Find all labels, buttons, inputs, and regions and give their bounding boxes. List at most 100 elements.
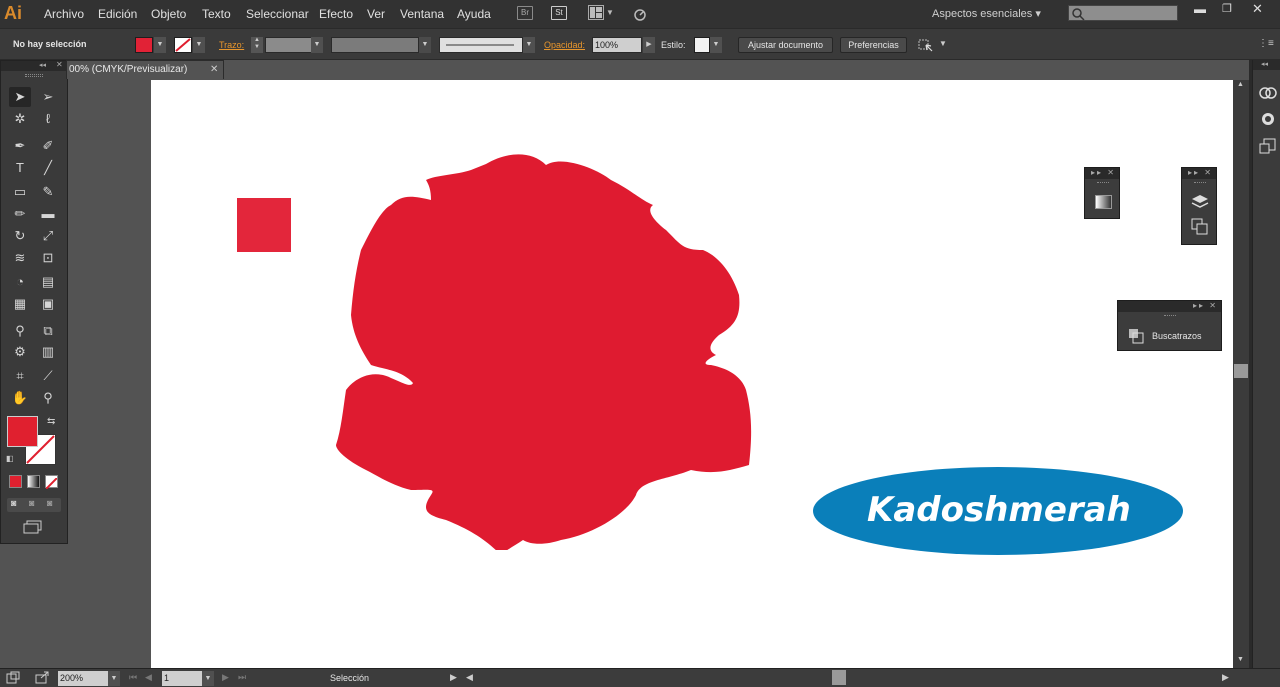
warp-icon[interactable]: ≋ — [9, 248, 31, 268]
gradient-mode-icon[interactable] — [27, 475, 40, 488]
perspective-grid-icon[interactable]: ▤ — [37, 272, 59, 292]
layers-icon[interactable] — [1191, 193, 1209, 211]
chevron-down-icon[interactable]: ▼ — [154, 37, 166, 53]
menu-efecto[interactable]: Efecto — [319, 7, 353, 21]
artboard[interactable]: Kadoshmerah — [151, 80, 1233, 668]
scroll-left-icon[interactable]: ◀ — [466, 672, 473, 683]
rotate-icon[interactable]: ↻ — [9, 226, 31, 246]
hand-icon[interactable]: ✋ — [9, 388, 31, 408]
line-tool-icon[interactable]: ╱ — [37, 158, 59, 178]
rectangle-tool-icon[interactable]: ▭ — [9, 182, 31, 202]
swap-fill-stroke-icon[interactable]: ⇆ — [47, 416, 55, 427]
draw-behind-icon[interactable]: ◙ — [29, 498, 34, 508]
panel-menu-icon[interactable]: ⋮≡ — [1258, 38, 1274, 49]
symbol-sprayer-icon[interactable]: ⚙ — [9, 342, 31, 362]
paintbrush-icon[interactable]: ✎ — [37, 182, 59, 202]
blend-icon[interactable]: ⧉ — [37, 321, 59, 341]
grip-handle[interactable] — [1194, 182, 1206, 185]
chevron-down-icon[interactable]: ▼ — [311, 37, 323, 53]
chevron-down-icon[interactable]: ▼ — [523, 37, 535, 53]
artboard-nav-icon[interactable] — [6, 671, 20, 684]
drawing-modes[interactable]: ◙ ◙ ◙ — [7, 498, 61, 512]
arrange-documents-icon[interactable] — [588, 5, 604, 20]
grip-handle[interactable] — [1097, 182, 1109, 185]
panel-header[interactable]: ▸▸ ✕ — [1118, 301, 1221, 312]
chevron-right-icon[interactable]: ▶ — [643, 37, 655, 53]
grip-handle[interactable] — [1164, 315, 1176, 318]
artboards-icon[interactable] — [1191, 218, 1209, 236]
transform-icon[interactable] — [1259, 138, 1277, 156]
panel-header[interactable]: ▸▸ ✕ — [1085, 168, 1119, 179]
menu-ayuda[interactable]: Ayuda — [457, 7, 491, 21]
close-tab-icon[interactable]: ✕ — [210, 61, 218, 78]
panel-header[interactable]: ▸▸ ✕ — [1182, 168, 1216, 179]
dock-header[interactable]: ◂◂ — [1253, 60, 1280, 70]
eraser-icon[interactable]: ▬ — [37, 204, 59, 224]
gradient-icon[interactable]: ▣ — [37, 294, 59, 314]
layers-panel-collapsed[interactable]: ▸▸ ✕ — [1181, 167, 1217, 245]
draw-inside-icon[interactable]: ◙ — [47, 498, 52, 508]
last-artboard-icon[interactable]: ⏭ — [238, 672, 246, 683]
opacity-field[interactable]: 100% — [592, 37, 642, 53]
lasso-icon[interactable]: ℓ — [37, 109, 59, 129]
zoom-icon[interactable]: ⚲ — [37, 388, 59, 408]
collapse-icon[interactable]: ◂◂ — [39, 61, 46, 69]
horizontal-scroll-thumb[interactable] — [832, 670, 846, 685]
creative-cloud-libraries-icon[interactable] — [1259, 84, 1277, 100]
next-artboard-icon[interactable]: ▶ — [222, 672, 229, 683]
expand-icon[interactable]: ◂◂ — [1261, 60, 1268, 68]
direct-selection-tool-icon[interactable]: ➢ — [37, 87, 59, 107]
screen-mode-icon[interactable] — [23, 519, 45, 535]
eyedropper-icon[interactable]: ⚲ — [9, 321, 31, 341]
gradient-icon[interactable] — [1095, 195, 1112, 209]
scroll-down-icon[interactable]: ▼ — [1237, 656, 1244, 663]
shape-builder-icon[interactable]: ◔ — [9, 272, 31, 292]
menu-edicion[interactable]: Edición — [98, 7, 137, 21]
draw-normal-icon[interactable]: ◙ — [11, 498, 16, 508]
scroll-thumb[interactable] — [1234, 364, 1248, 378]
selection-tool-icon[interactable]: ➤ — [9, 87, 31, 107]
preferences-button[interactable]: Preferencias — [840, 37, 907, 53]
color-mode-icon[interactable] — [9, 475, 22, 488]
bridge-icon[interactable]: Br — [517, 6, 533, 20]
type-tool-icon[interactable]: T — [9, 158, 31, 178]
graph-icon[interactable]: ▥ — [37, 342, 59, 362]
fit-document-button[interactable]: Ajustar documento — [738, 37, 833, 53]
pathfinder-label[interactable]: Buscatrazos — [1152, 331, 1202, 341]
chevron-down-icon[interactable]: ▼ — [202, 671, 214, 686]
close-icon[interactable]: ✕ — [1252, 1, 1263, 17]
menu-ventana[interactable]: Ventana — [400, 7, 444, 21]
minimize-icon[interactable]: ▬ — [1194, 2, 1206, 16]
scale-icon[interactable]: ⤢ — [37, 226, 59, 246]
small-square-shape[interactable] — [237, 198, 291, 252]
chevron-down-icon[interactable]: ▼ — [939, 39, 947, 48]
variable-width-profile[interactable] — [331, 37, 419, 53]
brush-definition[interactable] — [439, 37, 523, 53]
stock-icon[interactable]: St — [551, 6, 567, 20]
first-artboard-icon[interactable]: ⏮ — [129, 672, 137, 683]
chevron-down-icon[interactable]: ▼ — [419, 37, 431, 53]
status-menu-icon[interactable]: ▶ — [450, 672, 457, 683]
mesh-icon[interactable]: ▦ — [9, 294, 31, 314]
none-mode-icon[interactable] — [45, 475, 58, 490]
artboard-tool-icon[interactable]: ⌗ — [9, 366, 31, 386]
stroke-weight-field[interactable] — [265, 37, 312, 53]
page-field[interactable]: 1 — [162, 671, 202, 686]
free-transform-icon[interactable]: ⊡ — [37, 248, 59, 268]
stroke-weight-stepper[interactable]: ▲ ▼ — [251, 37, 263, 53]
magic-wand-icon[interactable]: ✲ — [9, 109, 31, 129]
stroke-label[interactable]: Trazo: — [219, 40, 244, 50]
stroke-none-swatch[interactable] — [174, 37, 192, 53]
pen-tool-icon[interactable]: ✒ — [9, 136, 31, 156]
slice-icon[interactable]: ⟋ — [37, 366, 59, 386]
restore-icon[interactable]: ❐ — [1222, 2, 1232, 15]
selection-options-icon[interactable] — [918, 37, 934, 53]
chevron-down-icon[interactable]: ▼ — [193, 37, 205, 53]
menu-texto[interactable]: Texto — [202, 7, 231, 21]
fill-color-swatch[interactable] — [135, 37, 153, 53]
red-blob-shape[interactable] — [331, 150, 761, 550]
search-input[interactable] — [1068, 5, 1178, 21]
document-tab[interactable]: 00% (CMYK/Previsualizar) ✕ — [66, 60, 224, 79]
vertical-scrollbar[interactable]: ▲ ▼ — [1233, 80, 1249, 668]
default-fill-stroke-icon[interactable]: ◧ — [6, 454, 14, 463]
